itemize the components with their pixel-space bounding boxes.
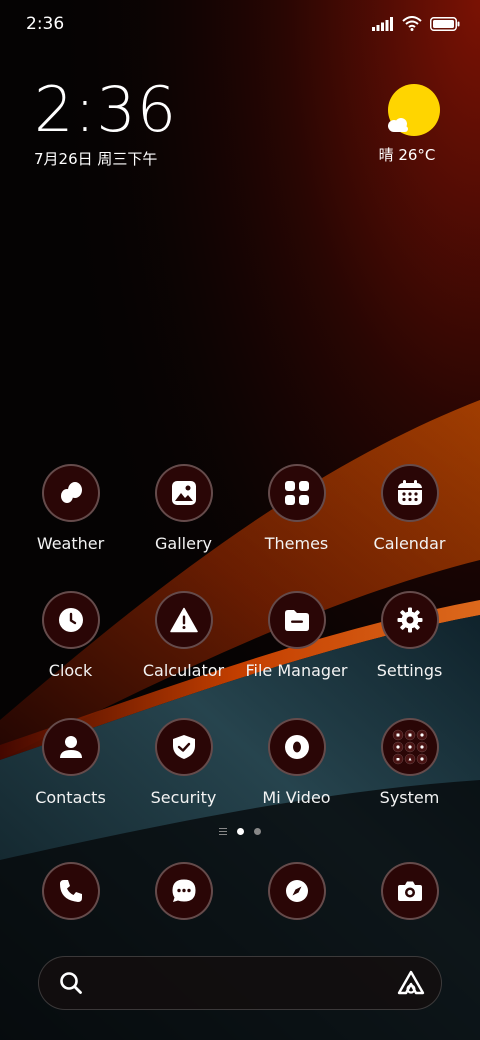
phone-icon	[41, 862, 100, 920]
clock-icon	[41, 591, 100, 649]
app-file-manager[interactable]: File Manager	[240, 591, 353, 680]
person-icon	[41, 718, 100, 776]
app-mi-video[interactable]: Mi Video	[240, 718, 353, 807]
gear-icon	[380, 591, 439, 649]
dock	[14, 862, 466, 920]
widget-time: 2:36	[34, 73, 178, 146]
status-bar: 2:36	[0, 0, 480, 50]
app-themes[interactable]: Themes	[240, 464, 353, 553]
app-label: Gallery	[155, 534, 212, 553]
app-system-folder[interactable]: System	[353, 718, 466, 807]
sunny-icon	[388, 84, 440, 136]
minus-one-screen-icon	[219, 828, 227, 835]
app-label: Clock	[48, 661, 93, 680]
warning-triangle-icon	[154, 591, 213, 649]
dock-messages[interactable]	[127, 862, 240, 920]
page-dot-active	[237, 828, 244, 835]
app-label: System	[379, 788, 440, 807]
app-label: Calendar	[373, 534, 446, 553]
themes-icon	[267, 464, 326, 522]
dock-browser[interactable]	[240, 862, 353, 920]
app-grid: Weather Gallery Themes Calendar Clock Ca…	[14, 464, 466, 807]
camera-icon	[380, 862, 439, 920]
signal-icon	[372, 16, 394, 35]
app-label: Weather	[36, 534, 105, 553]
app-label: Calculator	[142, 661, 225, 680]
app-calendar[interactable]: Calendar	[353, 464, 466, 553]
weather-widget[interactable]: 晴 26°C	[379, 84, 444, 165]
widget-date: 7月26日 周三下午	[34, 150, 158, 168]
gallery-icon	[154, 464, 213, 522]
compass-icon	[267, 862, 326, 920]
app-label: Contacts	[35, 788, 106, 807]
status-time: 2:36	[26, 14, 65, 34]
app-security[interactable]: Security	[127, 718, 240, 807]
folder-icon	[267, 591, 326, 649]
page-dot	[254, 828, 261, 835]
search-icon	[59, 971, 83, 999]
clock-widget[interactable]: 2:36 7月26日 周三下午	[34, 78, 177, 169]
battery-icon	[430, 16, 460, 35]
app-weather[interactable]: Weather	[14, 464, 127, 553]
app-gallery[interactable]: Gallery	[127, 464, 240, 553]
app-settings[interactable]: Settings	[353, 591, 466, 680]
weather-summary: 晴 26°C	[378, 146, 436, 164]
assistant-icon[interactable]	[397, 970, 425, 1000]
search-bar[interactable]	[38, 956, 442, 1010]
app-label: Security	[150, 788, 217, 807]
app-label: Themes	[264, 534, 329, 553]
app-label: File Manager	[245, 661, 348, 680]
messages-icon	[154, 862, 213, 920]
app-clock[interactable]: Clock	[14, 591, 127, 680]
folder-grid-icon	[380, 718, 439, 776]
calendar-icon	[380, 464, 439, 522]
weather-app-icon	[41, 464, 100, 522]
dock-phone[interactable]	[14, 862, 127, 920]
page-indicator[interactable]	[0, 828, 480, 835]
app-label: Mi Video	[262, 788, 331, 807]
app-contacts[interactable]: Contacts	[14, 718, 127, 807]
app-calculator[interactable]: Calculator	[127, 591, 240, 680]
video-icon	[267, 718, 326, 776]
dock-camera[interactable]	[353, 862, 466, 920]
app-label: Settings	[376, 661, 443, 680]
shield-icon	[154, 718, 213, 776]
wifi-icon	[402, 16, 422, 35]
